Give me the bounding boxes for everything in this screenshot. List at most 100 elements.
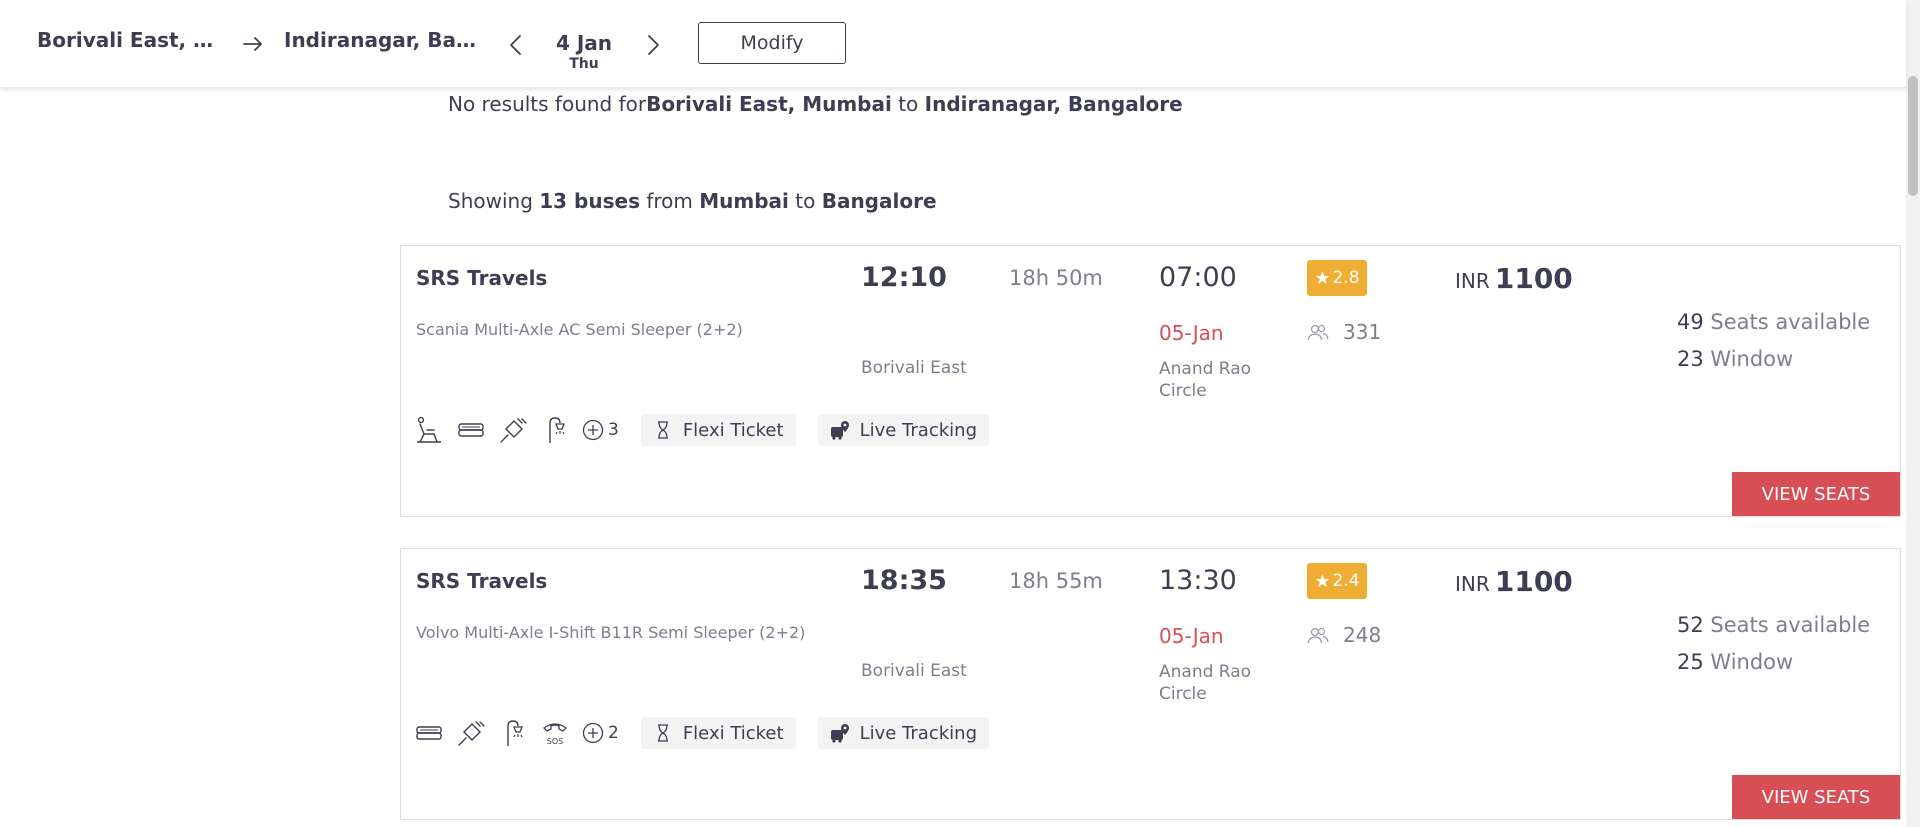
no-results-message: No results found forBorivali East, Mumba… [448,92,1183,116]
seats-label: Seats available [1703,310,1871,334]
window-count: 23 [1677,347,1704,371]
seats-count: 52 [1677,613,1704,637]
amenities-row: 3 Flexi Ticket Live Tracking [414,414,989,446]
svg-text:SOS: SOS [547,737,563,746]
reviews-value: 248 [1343,623,1382,647]
window-seats-line: 23 Window [1677,341,1870,378]
reviews-value: 331 [1343,320,1382,344]
blanket-icon[interactable] [456,415,486,445]
charging-point-icon[interactable] [498,415,528,445]
summary-to: Bangalore [821,189,937,213]
window-seats-line: 25 Window [1677,644,1870,681]
previous-date-icon[interactable] [505,32,527,58]
bus-type: Scania Multi-Axle AC Semi Sleeper (2+2) [416,320,743,339]
arrival-time: 13:30 [1159,565,1237,596]
destination-city[interactable]: Indiranagar, Ban... [284,28,484,52]
no-results-prefix: No results found for [448,92,647,116]
amenities-row: SOS 2 Flexi Ticket Live Tracking [414,717,989,749]
seats-label: Seats available [1703,613,1871,637]
star-icon: ★ [1314,267,1331,289]
seats-count: 49 [1677,310,1704,334]
journey-duration: 18h 50m [1009,266,1103,290]
seat-availability: 52 Seats available 25 Window [1677,607,1870,681]
next-date-icon[interactable] [642,32,664,58]
rating-value: 2.8 [1332,268,1360,288]
plus-circle-icon [582,419,604,441]
bus-card[interactable]: SRS Travels Volvo Multi-Axle I-Shift B11… [400,548,1901,820]
arrival-date: 05-Jan [1159,321,1224,345]
operator-name: SRS Travels [416,266,548,290]
review-count[interactable]: 248 [1307,623,1381,647]
modify-button[interactable]: Modify [698,22,846,64]
window-label: Window [1703,650,1794,674]
summary-mid: from [639,189,700,213]
scrollbar-thumb[interactable] [1908,76,1918,196]
seat-availability: 49 Seats available 23 Window [1677,304,1870,378]
live-tracking-tag[interactable]: Live Tracking [817,414,989,446]
charging-point-icon[interactable] [456,718,486,748]
window-label: Window [1703,347,1794,371]
dropping-point: Anand Rao Circle [1159,662,1252,704]
bus-location-icon [830,421,849,440]
currency: INR [1455,572,1490,596]
live-tracking-tag[interactable]: Live Tracking [817,717,989,749]
summary-joiner: to [788,189,822,213]
no-results-joiner: to [891,92,925,116]
departure-time: 18:35 [861,565,947,596]
reading-light-icon[interactable] [540,415,570,445]
operator-name: SRS Travels [416,569,548,593]
blanket-icon[interactable] [414,718,444,748]
bus-count: 13 buses [539,189,640,213]
arrival-date: 05-Jan [1159,624,1224,648]
boarding-point: Borivali East [861,358,967,378]
summary-from: Mumbai [699,189,789,213]
arrival-time: 07:00 [1159,262,1237,293]
reading-light-icon[interactable] [498,718,528,748]
flexi-ticket-tag[interactable]: Flexi Ticket [640,717,796,749]
star-icon: ★ [1314,570,1331,592]
bus-type: Volvo Multi-Axle I-Shift B11R Semi Sleep… [416,623,806,642]
hourglass-icon [657,724,668,742]
search-header: Borivali East, M... Indiranagar, Ban... … [0,0,1906,88]
review-count[interactable]: 331 [1307,320,1381,344]
seats-available-line: 49 Seats available [1677,304,1870,341]
live-tracking-label: Live Tracking [859,419,977,441]
recliner-seat-icon[interactable] [414,415,444,445]
emergency-contact-icon[interactable]: SOS [540,718,570,748]
flexi-ticket-label: Flexi Ticket [682,419,784,441]
results-summary: Showing 13 buses from Mumbai to Bangalor… [448,189,937,213]
seats-available-line: 52 Seats available [1677,607,1870,644]
currency: INR [1455,269,1490,293]
bus-location-icon [830,724,849,743]
journey-date[interactable]: 4 Jan Thu [540,30,628,72]
no-results-to: Indiranagar, Bangalore [924,92,1183,116]
plus-circle-icon [582,722,604,744]
bus-card[interactable]: SRS Travels Scania Multi-Axle AC Semi Sl… [400,245,1901,517]
summary-prefix: Showing [448,189,540,213]
rating-badge: ★ 2.8 [1307,260,1367,296]
more-amenities[interactable]: 2 [582,722,619,744]
page-scrollbar[interactable] [1906,0,1920,827]
view-seats-button[interactable]: VIEW SEATS [1732,775,1900,819]
fare: INR 1100 [1455,262,1573,295]
people-icon [1307,324,1329,341]
live-tracking-label: Live Tracking [859,722,977,744]
boarding-point: Borivali East [861,661,967,681]
more-amenities[interactable]: 3 [582,419,619,441]
flexi-ticket-label: Flexi Ticket [682,722,784,744]
window-count: 25 [1677,650,1704,674]
flexi-ticket-tag[interactable]: Flexi Ticket [640,414,796,446]
arrow-right-icon [243,37,262,51]
journey-duration: 18h 55m [1009,569,1103,593]
no-results-from: Borivali East, Mumbai [646,92,892,116]
dropping-point: Anand Rao Circle [1159,359,1252,401]
fare-amount: 1100 [1494,565,1573,598]
people-icon [1307,627,1329,644]
date-label: 4 Jan [555,31,613,55]
source-city[interactable]: Borivali East, M... [37,28,225,52]
more-amenities-count: 3 [608,420,619,440]
view-seats-button[interactable]: VIEW SEATS [1732,472,1900,516]
day-label: Thu [569,56,599,72]
more-amenities-count: 2 [608,723,619,743]
rating-badge: ★ 2.4 [1307,563,1367,599]
